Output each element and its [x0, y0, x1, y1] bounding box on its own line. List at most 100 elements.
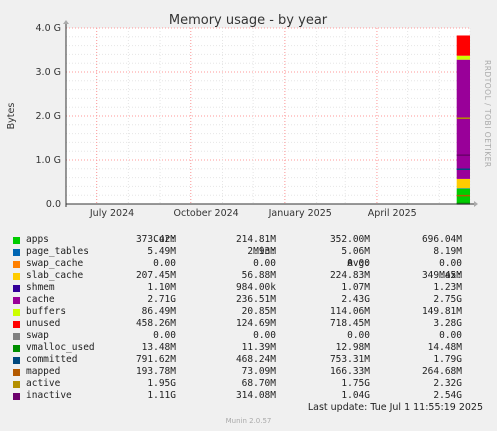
y-tick-label: 0.0: [46, 199, 61, 210]
legend-avg-value: 1.04G: [341, 390, 370, 401]
legend-avg-value: 2.43G: [341, 294, 370, 305]
legend-row-slab-cache: slab_cache 207.45M 56.88M 224.83M 349.45M: [12, 270, 490, 282]
y-tick-label: 4.0 G: [36, 23, 62, 34]
legend-min-value: 0.00: [253, 330, 276, 341]
legend-avg-value: 166.33M: [329, 366, 370, 377]
legend-avg-value: 114.06M: [329, 306, 370, 317]
legend-cur-value: 193.78M: [135, 366, 176, 377]
x-tick-label: April 2025: [368, 208, 417, 219]
legend-name: active: [26, 378, 61, 389]
legend-cur-value: 1.10M: [147, 282, 176, 293]
legend-avg-value: 1.75G: [341, 378, 370, 389]
legend-swatch: [13, 249, 20, 256]
legend-swatch: [13, 297, 20, 304]
legend-max-value: 0.00: [439, 258, 462, 269]
legend-avg-value: 0.00: [347, 258, 370, 269]
legend-swatch: [13, 381, 20, 388]
legend-avg-value: 224.83M: [329, 270, 370, 281]
legend-swatch: [13, 261, 20, 268]
legend-swatch: [13, 357, 20, 364]
y-tick-label: 2.0 G: [36, 111, 62, 122]
legend-cur-value: 2.71G: [147, 294, 176, 305]
legend: Cur: Min: Avg: Max: apps 373.42M 214.81M 35…: [12, 222, 490, 402]
legend-max-value: 2.32G: [433, 378, 462, 389]
legend-name: swap_cache: [26, 258, 84, 269]
legend-avg-value: 753.31M: [329, 354, 370, 365]
legend-name: buffers: [26, 306, 67, 317]
legend-row-page-tables: page_tables 5.49M 2.93M 5.06M 8.19M: [12, 246, 490, 258]
area-slab-cache: [456, 178, 470, 189]
legend-avg-value: 0.00: [347, 330, 370, 341]
legend-max-value: 349.45M: [421, 270, 462, 281]
legend-avg-value: 12.98M: [335, 342, 370, 353]
legend-max-value: 2.54G: [433, 390, 462, 401]
legend-min-value: 984.00k: [235, 282, 276, 293]
legend-swatch: [13, 345, 20, 352]
legend-cur-value: 373.42M: [135, 234, 176, 245]
legend-max-value: 0.00: [439, 330, 462, 341]
y-tick-label: 3.0 G: [36, 67, 62, 78]
legend-min-value: 56.88M: [241, 270, 276, 281]
legend-cur-value: 1.11G: [147, 390, 176, 401]
memory-chart: Memory usage - by year Bytes RRDTOOL / T…: [6, 13, 492, 219]
legend-name: unused: [26, 318, 61, 329]
legend-row-swap: swap 0.00 0.00 0.00 0.00: [12, 330, 490, 342]
legend-name: apps: [26, 234, 49, 245]
legend-swatch: [13, 333, 20, 340]
x-tick-label: January 2025: [268, 208, 332, 219]
legend-name: cache: [26, 294, 55, 305]
legend-min-value: 314.08M: [235, 390, 276, 401]
legend-max-value: 3.28G: [433, 318, 462, 329]
legend-cur-value: 13.48M: [141, 342, 176, 353]
legend-name: inactive: [26, 390, 72, 401]
legend-row-committed: committed 791.62M 468.24M 753.31M 1.79G: [12, 354, 490, 366]
legend-avg-value: 5.06M: [341, 246, 370, 257]
legend-row-buffers: buffers 86.49M 20.85M 114.06M 149.81M: [12, 306, 490, 318]
legend-row-unused: unused 458.26M 124.69M 718.45M 3.28G: [12, 318, 490, 330]
x-tick-label: October 2024: [174, 208, 239, 219]
legend-min-value: 68.70M: [241, 378, 276, 389]
legend-min-value: 73.09M: [241, 366, 276, 377]
legend-cur-value: 5.49M: [147, 246, 176, 257]
area-buffers: [456, 55, 470, 60]
legend-max-value: 8.19M: [433, 246, 462, 257]
area-cache: [456, 59, 470, 179]
legend-min-value: 236.51M: [235, 294, 276, 305]
legend-header: Cur: Min: Avg: Max:: [12, 222, 490, 281]
legend-cur-value: 1.95G: [147, 378, 176, 389]
legend-swatch: [13, 393, 20, 400]
last-update: Last update: Tue Jul 1 11:55:19 2025: [307, 402, 483, 413]
legend-cur-value: 207.45M: [135, 270, 176, 281]
legend-min-value: 11.39M: [241, 342, 276, 353]
munin-version: Munin 2.0.57: [225, 417, 272, 425]
legend-max-value: 264.68M: [421, 366, 462, 377]
y-tick-label: 1.0 G: [36, 155, 62, 166]
legend-max-value: 696.04M: [421, 234, 462, 245]
legend-row-apps: apps 373.42M 214.81M 352.00M 696.04M: [12, 234, 490, 246]
rrdtool-credit: RRDTOOL / TOBI OETIKER: [483, 60, 492, 168]
legend-min-value: 2.93M: [247, 246, 276, 257]
series-layer: [456, 35, 470, 205]
legend-max-value: 2.75G: [433, 294, 462, 305]
legend-swatch: [13, 273, 20, 280]
legend-avg-value: 1.07M: [341, 282, 370, 293]
legend-swatch: [13, 309, 20, 316]
legend-min-value: 0.00: [253, 258, 276, 269]
x-axis-arrow: [474, 201, 478, 207]
legend-swatch: [13, 369, 20, 376]
legend-min-value: 20.85M: [241, 306, 276, 317]
legend-max-value: 1.79G: [433, 354, 462, 365]
legend-swatch: [13, 237, 20, 244]
legend-row-mapped: mapped 193.78M 73.09M 166.33M 264.68M: [12, 366, 490, 378]
x-tick-label: July 2024: [89, 208, 134, 219]
legend-cur-value: 458.26M: [135, 318, 176, 329]
legend-cur-value: 791.62M: [135, 354, 176, 365]
legend-name: page_tables: [26, 246, 89, 257]
legend-row-active: active 1.95G 68.70M 1.75G 2.32G: [12, 378, 490, 390]
y-axis-label: Bytes: [6, 103, 17, 130]
legend-name: committed: [26, 354, 78, 365]
chart-title: Memory usage - by year: [169, 13, 328, 28]
legend-name: shmem: [26, 282, 55, 293]
legend-max-value: 14.48M: [427, 342, 462, 353]
legend-name: mapped: [26, 366, 61, 377]
